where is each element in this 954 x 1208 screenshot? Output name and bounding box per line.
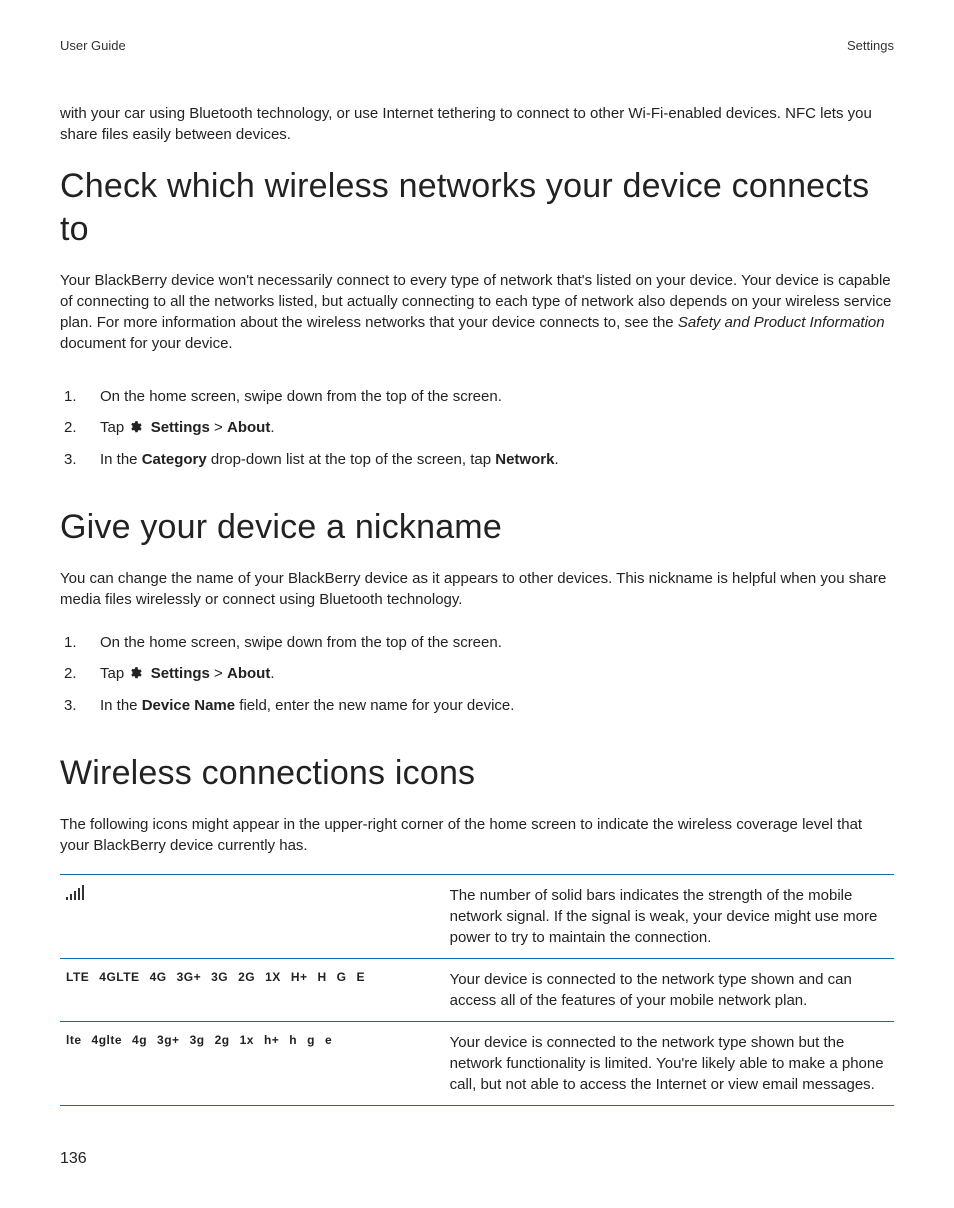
- table-row: lte 4glte 4g 3g+ 3g 2g 1x h+ hge Your device is …: [60, 1022, 894, 1106]
- nickname-steps: On the home screen, swipe down from the …: [60, 628, 894, 722]
- network-label: H: [318, 969, 327, 986]
- table-row: The number of solid bars indicates the s…: [60, 875, 894, 959]
- network-label: 3g: [190, 1032, 205, 1049]
- icon-description: Your device is connected to the network …: [444, 959, 894, 1022]
- network-label: E: [357, 969, 366, 986]
- network-label: e: [325, 1032, 332, 1049]
- network-label: 1X: [265, 969, 281, 986]
- network-label: 1x: [240, 1032, 254, 1049]
- network-label: g: [307, 1032, 315, 1049]
- network-label: 3G: [211, 969, 228, 986]
- network-label: lte: [66, 1032, 82, 1049]
- nickname-paragraph: You can change the name of your BlackBer…: [60, 568, 894, 610]
- network-label: h: [289, 1032, 297, 1049]
- network-label: 3G+: [177, 969, 202, 986]
- signal-bars-icon: [66, 888, 88, 905]
- step-item: In the Device Name field, enter the new …: [60, 691, 894, 722]
- network-label: H+: [291, 969, 308, 986]
- check-networks-steps: On the home screen, swipe down from the …: [60, 382, 894, 476]
- check-networks-paragraph: Your BlackBerry device won't necessarily…: [60, 270, 894, 354]
- network-label: LTE: [66, 969, 89, 986]
- header-left: User Guide: [60, 38, 126, 53]
- gear-icon: [128, 419, 142, 442]
- step-item: Tap Settings > About.: [60, 413, 894, 446]
- page-number: 136: [60, 1150, 894, 1168]
- network-label: 4GLTE: [99, 969, 139, 986]
- heading-wireless-icons: Wireless connections icons: [60, 752, 894, 795]
- icon-description: Your device is connected to the network …: [444, 1022, 894, 1106]
- page: User Guide Settings with your car using …: [0, 0, 954, 1208]
- intro-paragraph: with your car using Bluetooth technology…: [60, 103, 894, 145]
- step-item: Tap Settings > About.: [60, 659, 894, 692]
- network-label: 3g+: [157, 1032, 180, 1049]
- header-right: Settings: [847, 38, 894, 53]
- step-item: In the Category drop-down list at the to…: [60, 445, 894, 476]
- network-label: 2g: [215, 1032, 230, 1049]
- icon-description: The number of solid bars indicates the s…: [444, 875, 894, 959]
- network-label: 2G: [238, 969, 255, 986]
- network-label: 4glte: [92, 1032, 123, 1049]
- network-type-labels-full: LTE 4GLTE 4G 3G+ 3G 2G 1X H+ HGE: [66, 969, 438, 986]
- network-type-labels-limited: lte 4glte 4g 3g+ 3g 2g 1x h+ hge: [66, 1032, 438, 1049]
- heading-check-networks: Check which wireless networks your devic…: [60, 165, 894, 250]
- network-label: h+: [264, 1032, 279, 1049]
- network-label: 4G: [150, 969, 167, 986]
- network-label: G: [337, 969, 347, 986]
- page-header: User Guide Settings: [60, 38, 894, 53]
- wireless-icons-paragraph: The following icons might appear in the …: [60, 814, 894, 856]
- table-row: LTE 4GLTE 4G 3G+ 3G 2G 1X H+ HGE Your device is …: [60, 959, 894, 1022]
- wireless-icons-table: The number of solid bars indicates the s…: [60, 874, 894, 1106]
- network-label: 4g: [132, 1032, 147, 1049]
- step-item: On the home screen, swipe down from the …: [60, 628, 894, 659]
- step-item: On the home screen, swipe down from the …: [60, 382, 894, 413]
- gear-icon: [128, 665, 142, 688]
- heading-nickname: Give your device a nickname: [60, 506, 894, 549]
